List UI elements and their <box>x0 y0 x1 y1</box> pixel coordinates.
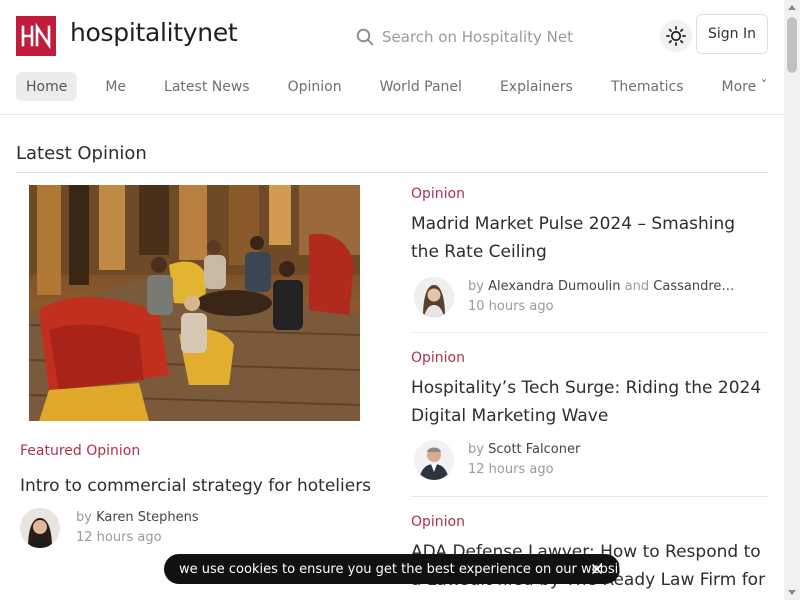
search-input[interactable] <box>382 28 612 46</box>
nav-item-latest-news[interactable]: Latest News <box>154 72 260 101</box>
article-divider <box>411 332 768 333</box>
article-category[interactable]: Opinion <box>411 186 768 202</box>
nav-item-thematics[interactable]: Thematics <box>601 72 694 101</box>
nav-item-opinion[interactable]: Opinion <box>278 72 352 101</box>
scroll-up-arrow-icon[interactable] <box>788 5 796 10</box>
article-title[interactable]: Hospitality’s Tech Surge: Riding the 202… <box>411 374 768 430</box>
header-divider <box>0 114 784 115</box>
author-name[interactable]: Scott Falconer <box>488 442 580 457</box>
and-label: and <box>624 279 650 294</box>
author-photo <box>414 440 454 480</box>
article-divider <box>411 496 768 497</box>
article-title[interactable]: Madrid Market Pulse 2024 – Smashing the … <box>411 210 768 266</box>
article-author-row: by Scott Falconer 12 hours ago <box>414 440 580 480</box>
avatar[interactable] <box>414 440 454 480</box>
nav-item-world-panel[interactable]: World Panel <box>370 72 472 101</box>
scroll-down-arrow-icon[interactable] <box>788 590 796 595</box>
article-item: Opinion Madrid Market Pulse 2024 – Smash… <box>411 186 768 266</box>
featured-article-image[interactable] <box>29 185 360 421</box>
nav-item-explainers[interactable]: Explainers <box>490 72 583 101</box>
by-label: by <box>468 279 484 294</box>
featured-title[interactable]: Intro to commercial strategy for hotelie… <box>20 476 371 496</box>
author-name[interactable]: Karen Stephens <box>96 510 199 525</box>
nav-item-more[interactable]: More ˇ <box>711 72 777 101</box>
author-meta: by Alexandra Dumoulin and Cassandre… 10 … <box>468 277 734 317</box>
timestamp: 12 hours ago <box>468 462 554 477</box>
main-nav: Home Me Latest News Opinion World Panel … <box>16 72 778 101</box>
cookie-text: we use cookies to ensure you get the bes… <box>179 561 632 577</box>
article-author-row: by Alexandra Dumoulin and Cassandre… 10 … <box>414 277 734 317</box>
scrollbar-thumb[interactable] <box>787 17 797 73</box>
author-name-2[interactable]: Cassandre… <box>653 279 734 294</box>
meeting-photo <box>29 185 360 421</box>
logo-mark[interactable] <box>16 16 56 56</box>
featured-category[interactable]: Featured Opinion <box>20 443 140 459</box>
avatar[interactable] <box>414 277 454 317</box>
timestamp: 12 hours ago <box>76 530 162 545</box>
by-label: by <box>76 510 92 525</box>
cookie-banner: we use cookies to ensure you get the bes… <box>164 554 631 584</box>
sign-in-button[interactable]: Sign In <box>696 14 768 54</box>
section-title: Latest Opinion <box>16 143 147 164</box>
article-item: Opinion Hospitality’s Tech Surge: Riding… <box>411 350 768 430</box>
article-category[interactable]: Opinion <box>411 350 768 366</box>
logo-hn-icon <box>21 23 51 49</box>
author-meta: by Karen Stephens 12 hours ago <box>76 508 199 548</box>
avatar[interactable] <box>20 508 60 548</box>
author-meta: by Scott Falconer 12 hours ago <box>468 440 580 480</box>
nav-item-home[interactable]: Home <box>16 72 78 101</box>
site-name[interactable]: hospitalitynet <box>70 18 238 47</box>
close-icon[interactable] <box>590 562 604 576</box>
search-bar[interactable] <box>356 24 616 50</box>
author-photo <box>20 508 60 548</box>
sun-icon <box>666 26 686 46</box>
article-category[interactable]: Opinion <box>411 514 768 530</box>
nav-item-me[interactable]: Me <box>95 72 136 101</box>
author-name[interactable]: Alexandra Dumoulin <box>488 279 620 294</box>
theme-toggle-button[interactable] <box>660 20 692 52</box>
page: hospitalitynet Sign In Home Me Latest Ne… <box>0 0 784 600</box>
page-scrollbar[interactable] <box>784 0 800 600</box>
author-photo <box>414 277 454 317</box>
featured-author-row: by Karen Stephens 12 hours ago <box>20 508 199 548</box>
section-divider <box>16 172 768 173</box>
search-icon[interactable] <box>356 28 374 46</box>
by-label: by <box>468 442 484 457</box>
timestamp: 10 hours ago <box>468 299 554 314</box>
